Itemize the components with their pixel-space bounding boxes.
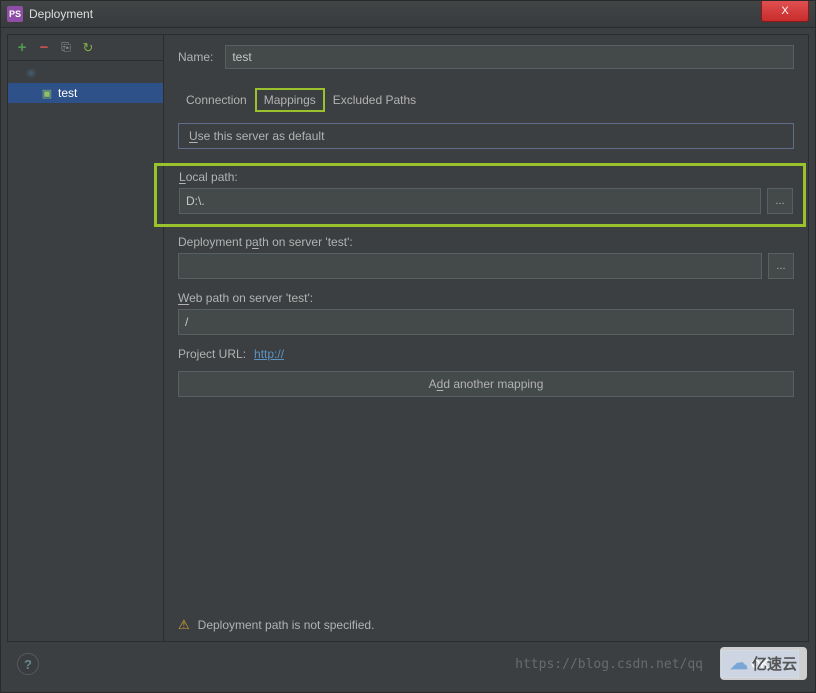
add-icon[interactable]: + — [14, 40, 30, 56]
project-url-label: Project URL: — [178, 347, 246, 361]
window-title: Deployment — [29, 7, 761, 21]
web-path-input[interactable] — [178, 309, 794, 335]
close-button[interactable]: X — [761, 1, 809, 22]
brand-label: 亿速云 — [752, 653, 797, 674]
name-row: Name: — [178, 45, 794, 69]
project-url-link[interactable]: http:// — [254, 347, 284, 361]
watermark-text: https://blog.csdn.net/qq — [515, 657, 703, 672]
server-tree: ● ▣ test — [8, 61, 163, 103]
sidebar-toolbar: + − ⎘ ↻ — [8, 35, 163, 61]
copy-icon[interactable]: ⎘ — [58, 40, 74, 56]
deployment-path-section: Deployment path on server 'test': ... — [178, 235, 794, 279]
name-input[interactable] — [225, 45, 794, 69]
add-mapping-button[interactable]: Add another mapping — [178, 371, 794, 397]
titlebar: PS Deployment X — [1, 1, 815, 28]
brand-watermark: ☁ 亿速云 — [720, 647, 807, 680]
use-as-default-button[interactable]: Use this server as default — [178, 123, 794, 149]
tab-connection[interactable]: Connection — [178, 89, 255, 111]
help-button[interactable]: ? — [17, 653, 39, 675]
mnemonic: U — [189, 129, 198, 143]
remove-icon[interactable]: − — [36, 40, 52, 56]
warning-icon: ⚠ — [178, 617, 190, 633]
deployment-path-input[interactable] — [178, 253, 762, 279]
spacer — [178, 397, 794, 611]
deployment-path-row: ... — [178, 253, 794, 279]
content-wrap: + − ⎘ ↻ ● ▣ test — [7, 34, 809, 642]
tree-item-test[interactable]: ▣ test — [8, 83, 163, 103]
deployment-dialog: PS Deployment X + − ⎘ ↻ ● — [0, 0, 816, 693]
web-path-row — [178, 309, 794, 335]
tab-excluded-paths[interactable]: Excluded Paths — [325, 89, 424, 111]
tree-item[interactable]: ● — [8, 63, 163, 83]
name-label: Name: — [178, 50, 213, 64]
project-url-row: Project URL: http:// — [178, 347, 794, 361]
web-path-section: Web path on server 'test': — [178, 291, 794, 335]
server-icon: ● — [24, 66, 38, 80]
browse-deployment-button[interactable]: ... — [768, 253, 794, 279]
settings-panel: Name: Connection Mappings Excluded Paths… — [164, 35, 808, 641]
local-path-label: Local path: — [179, 170, 793, 184]
app-icon: PS — [7, 6, 23, 22]
warning-row: ⚠ Deployment path is not specified. — [178, 617, 794, 633]
browse-local-button[interactable]: ... — [767, 188, 793, 214]
dialog-footer: ? https://blog.csdn.net/qq OK — [7, 642, 809, 686]
sidebar: + − ⎘ ↻ ● ▣ test — [8, 35, 164, 641]
tab-mappings[interactable]: Mappings — [255, 88, 325, 112]
web-path-label: Web path on server 'test': — [178, 291, 794, 305]
local-path-row: ... — [179, 188, 793, 214]
main-split: + − ⎘ ↻ ● ▣ test — [8, 35, 808, 641]
local-path-input[interactable] — [179, 188, 761, 214]
deployment-path-label: Deployment path on server 'test': — [178, 235, 794, 249]
tabs: Connection Mappings Excluded Paths — [178, 87, 794, 113]
close-icon: X — [781, 5, 788, 17]
local-path-block: Local path: ... — [154, 163, 806, 227]
refresh-icon[interactable]: ↻ — [80, 40, 96, 56]
warning-text: Deployment path is not specified. — [198, 618, 375, 632]
tree-item-label: test — [58, 86, 77, 100]
server-icon: ▣ — [40, 86, 54, 100]
body-area: + − ⎘ ↻ ● ▣ test — [1, 28, 815, 692]
cloud-icon: ☁ — [730, 653, 748, 674]
